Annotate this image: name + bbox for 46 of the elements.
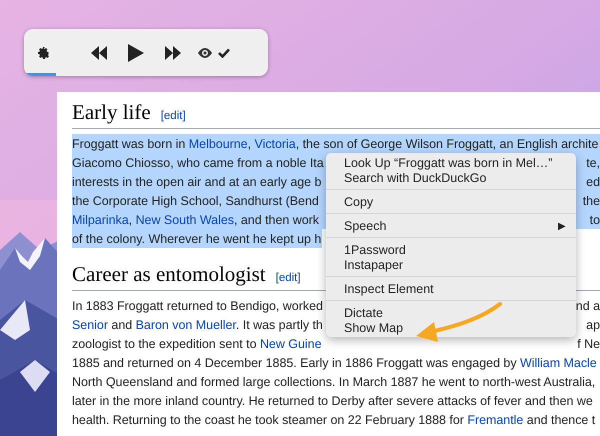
submenu-arrow: ▶	[558, 220, 566, 232]
menu-item[interactable]: Inspect Element	[326, 281, 576, 296]
paragraph-line: Giacomo Chiosso, who came from a noble Ita	[72, 156, 324, 170]
paragraph-line: North Queensland and formed large collections. In March 1887 he went to north-west Australia,	[72, 374, 596, 388]
paragraph-line: of the colony. Wherever he went he kept up h	[72, 232, 322, 246]
section-heading: Early life	[72, 100, 151, 124]
article-link[interactable]: Fremantle	[467, 412, 524, 426]
menu-item[interactable]: Copy	[326, 194, 576, 209]
text-fragment: te,	[586, 156, 600, 170]
paragraph-line: Milparinka, New South Wales, and then work	[72, 212, 320, 226]
menu-item[interactable]: 1Password	[326, 242, 576, 257]
paragraph-line: health. Returning to the coast he took steamer on 22 February 1888 for Fremantle and thence t	[72, 412, 596, 426]
paragraph-line: In 1883 Froggatt returned to Bendigo, worked	[72, 298, 323, 312]
article-link[interactable]: New South Wales	[136, 212, 234, 226]
article-link[interactable]: Victoria	[254, 136, 296, 150]
menu-item[interactable]: Instapaper	[326, 257, 576, 272]
paragraph-line: interests in the open air and at an early age b	[72, 174, 322, 188]
text-fragment: nd a	[576, 298, 600, 312]
text-fragment: ed	[586, 174, 600, 188]
menu-item[interactable]: Show Map	[326, 320, 576, 335]
article-link[interactable]: William Macle	[520, 356, 597, 370]
paragraph-line: Senior and Baron von Mueller. It was partly th	[72, 318, 323, 332]
paragraph-line: the Corporate High School, Sandhurst (Bend	[72, 194, 319, 208]
article-link[interactable]: Melbourne	[188, 136, 248, 150]
text-fragment: ap	[586, 318, 600, 332]
article-link[interactable]: Senior	[72, 318, 108, 332]
eye-icon[interactable]	[196, 46, 214, 60]
paragraph-line: Froggatt was born in Melbourne, Victoria, the son of George Wilson Froggatt, an English archite	[72, 136, 598, 150]
play-icon[interactable]	[126, 42, 146, 64]
article-link[interactable]: Baron von Mueller	[136, 318, 236, 332]
text-fragment: the	[582, 194, 600, 208]
edit-link[interactable]: [edit]	[276, 272, 301, 284]
paragraph-line: zoologist to the expedition sent to New Guine	[72, 336, 322, 350]
menu-item[interactable]: Speech ▶	[326, 218, 576, 233]
menu-item[interactable]: Look Up “Froggatt was born in Mel…”	[326, 155, 576, 170]
paragraph-line: later in the more inland country. He returned to Derby after severe attacks of fever and then we	[72, 394, 593, 408]
menu-item[interactable]: Search with DuckDuckGo	[326, 170, 576, 185]
section-heading: Career as entomologist	[72, 262, 266, 286]
menu-item[interactable]: Dictate	[326, 305, 576, 320]
text-fragment: to	[590, 212, 600, 226]
article-link[interactable]: Milparinka	[72, 212, 129, 226]
paragraph-line: 1885 and returned on 4 December 1885. Early in 1886 Froggatt was engaged by William Macle	[72, 356, 597, 370]
edit-link[interactable]: [edit]	[160, 110, 186, 122]
settings-icon[interactable]	[36, 44, 52, 60]
article-link[interactable]: New Guine	[260, 336, 322, 350]
text-fragment: f Ne	[577, 336, 600, 350]
